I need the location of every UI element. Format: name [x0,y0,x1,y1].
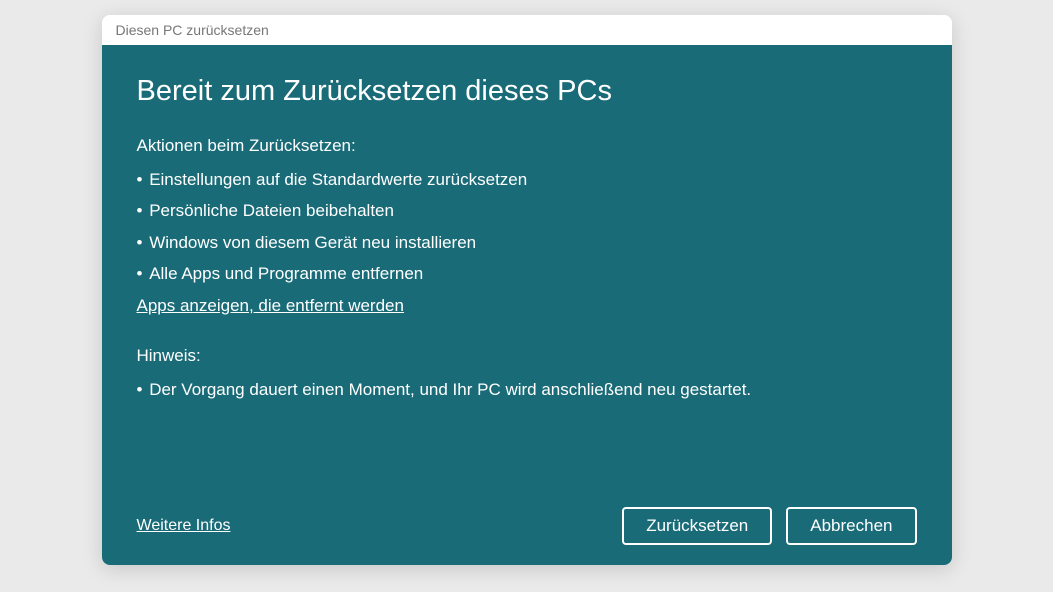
list-item: Persönliche Dateien beibehalten [137,195,917,226]
list-item: Alle Apps und Programme entfernen [137,258,917,289]
note-list: Der Vorgang dauert einen Moment, und Ihr… [137,374,917,405]
note-section: Hinweis: Der Vorgang dauert einen Moment… [137,346,917,411]
more-info-link[interactable]: Weitere Infos [137,517,231,535]
list-item: Windows von diesem Gerät neu installiere… [137,227,917,258]
dialog-content: Bereit zum Zurücksetzen dieses PCs Aktio… [102,45,952,565]
footer-left: Weitere Infos [137,517,231,535]
list-item: Der Vorgang dauert einen Moment, und Ihr… [137,374,917,405]
list-item: Einstellungen auf die Standardwerte zurü… [137,164,917,195]
dialog-heading: Bereit zum Zurücksetzen dieses PCs [137,75,917,108]
note-label: Hinweis: [137,346,917,366]
dialog-footer: Weitere Infos Zurücksetzen Abbrechen [137,477,917,545]
show-removed-apps-link[interactable]: Apps anzeigen, die entfernt werden [137,296,404,316]
dialog-titlebar: Diesen PC zurücksetzen [102,15,952,45]
cancel-button[interactable]: Abbrechen [786,507,916,545]
actions-list: Einstellungen auf die Standardwerte zurü… [137,164,917,290]
footer-buttons: Zurücksetzen Abbrechen [622,507,916,545]
reset-pc-dialog: Diesen PC zurücksetzen Bereit zum Zurück… [102,15,952,565]
actions-section: Aktionen beim Zurücksetzen: Einstellunge… [137,136,917,342]
reset-button[interactable]: Zurücksetzen [622,507,772,545]
actions-label: Aktionen beim Zurücksetzen: [137,136,917,156]
